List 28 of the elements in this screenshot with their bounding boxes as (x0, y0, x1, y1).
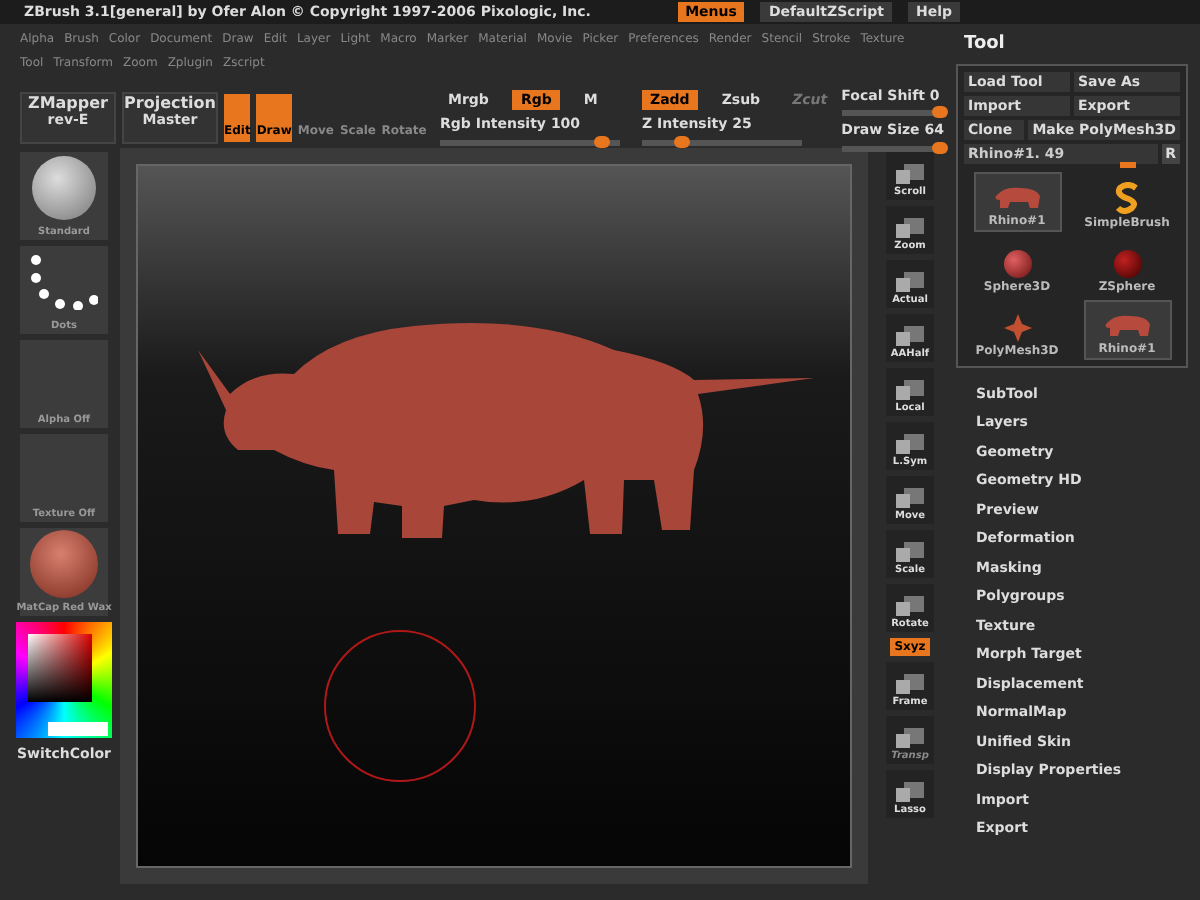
star-icon (1003, 313, 1031, 341)
s-icon (1113, 181, 1141, 213)
zsphere-icon (1113, 249, 1141, 277)
tool-icon (894, 215, 926, 239)
rhino-icon (1101, 311, 1153, 339)
slider-thumb[interactable] (674, 135, 690, 148)
tool-icon (894, 539, 926, 563)
slider-thumb[interactable] (1120, 161, 1137, 167)
tool-icon (894, 269, 926, 293)
tool-icon (894, 671, 926, 695)
tool-icon (894, 779, 926, 803)
slider-track[interactable] (841, 110, 946, 116)
slider-track[interactable] (841, 145, 946, 151)
slider-thumb[interactable] (594, 135, 610, 148)
tool-icon (894, 323, 926, 347)
slider-thumb[interactable] (932, 141, 949, 153)
tool-icon (894, 593, 926, 617)
document-canvas[interactable] (136, 164, 852, 868)
panel-title: Tool (962, 32, 1007, 58)
dots-icon (30, 254, 98, 311)
tool-icon (894, 431, 926, 455)
tool-icon (894, 377, 926, 401)
slider-thumb[interactable] (932, 106, 949, 118)
tool-icon (894, 725, 926, 749)
tool-icon (894, 485, 926, 509)
rhino-icon (991, 183, 1043, 211)
color-picker[interactable] (16, 622, 112, 738)
tool-icon (894, 161, 926, 185)
